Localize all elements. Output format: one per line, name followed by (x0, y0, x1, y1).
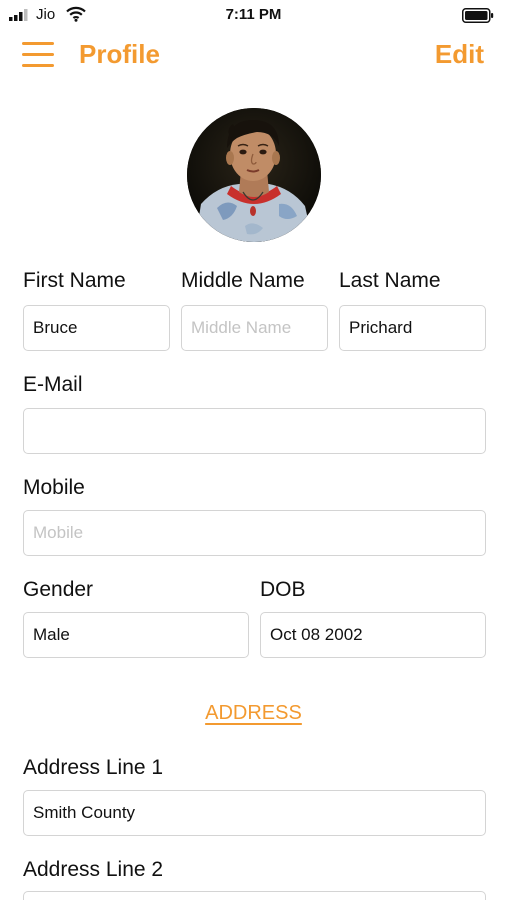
email-field[interactable] (23, 408, 486, 454)
status-bar: Jio 7:11 PM (0, 0, 507, 30)
page-title: Profile (79, 39, 160, 69)
avatar[interactable] (187, 108, 321, 242)
middle-name-field[interactable] (181, 305, 328, 351)
gender-field[interactable] (23, 612, 249, 658)
middle-name-label: Middle Name (181, 269, 305, 292)
address-line-2-label: Address Line 2 (23, 858, 164, 881)
dob-label: DOB (260, 578, 306, 601)
last-name-field[interactable] (339, 305, 486, 351)
first-name-field[interactable] (23, 305, 170, 351)
profile-photo (187, 108, 321, 242)
dob-field[interactable] (260, 612, 486, 658)
address-section-title: ADDRESS (205, 702, 302, 724)
nav-header: Profile Edit (0, 30, 507, 82)
gender-label: Gender (23, 578, 94, 601)
status-time: 7:11 PM (225, 6, 282, 23)
email-label: E-Mail (23, 373, 83, 396)
address-line-1-field[interactable] (23, 790, 486, 836)
address-line-1-label: Address Line 1 (23, 756, 164, 779)
edit-button[interactable]: Edit (435, 39, 484, 70)
first-name-label: First Name (23, 269, 126, 292)
battery-icon (462, 8, 494, 23)
address-line-2-field[interactable] (23, 891, 486, 900)
hamburger-menu-icon[interactable] (22, 42, 54, 70)
last-name-label: Last Name (339, 269, 441, 292)
mobile-label: Mobile (23, 476, 85, 499)
address-section-header: ADDRESS (0, 702, 507, 725)
mobile-field[interactable] (23, 510, 486, 556)
